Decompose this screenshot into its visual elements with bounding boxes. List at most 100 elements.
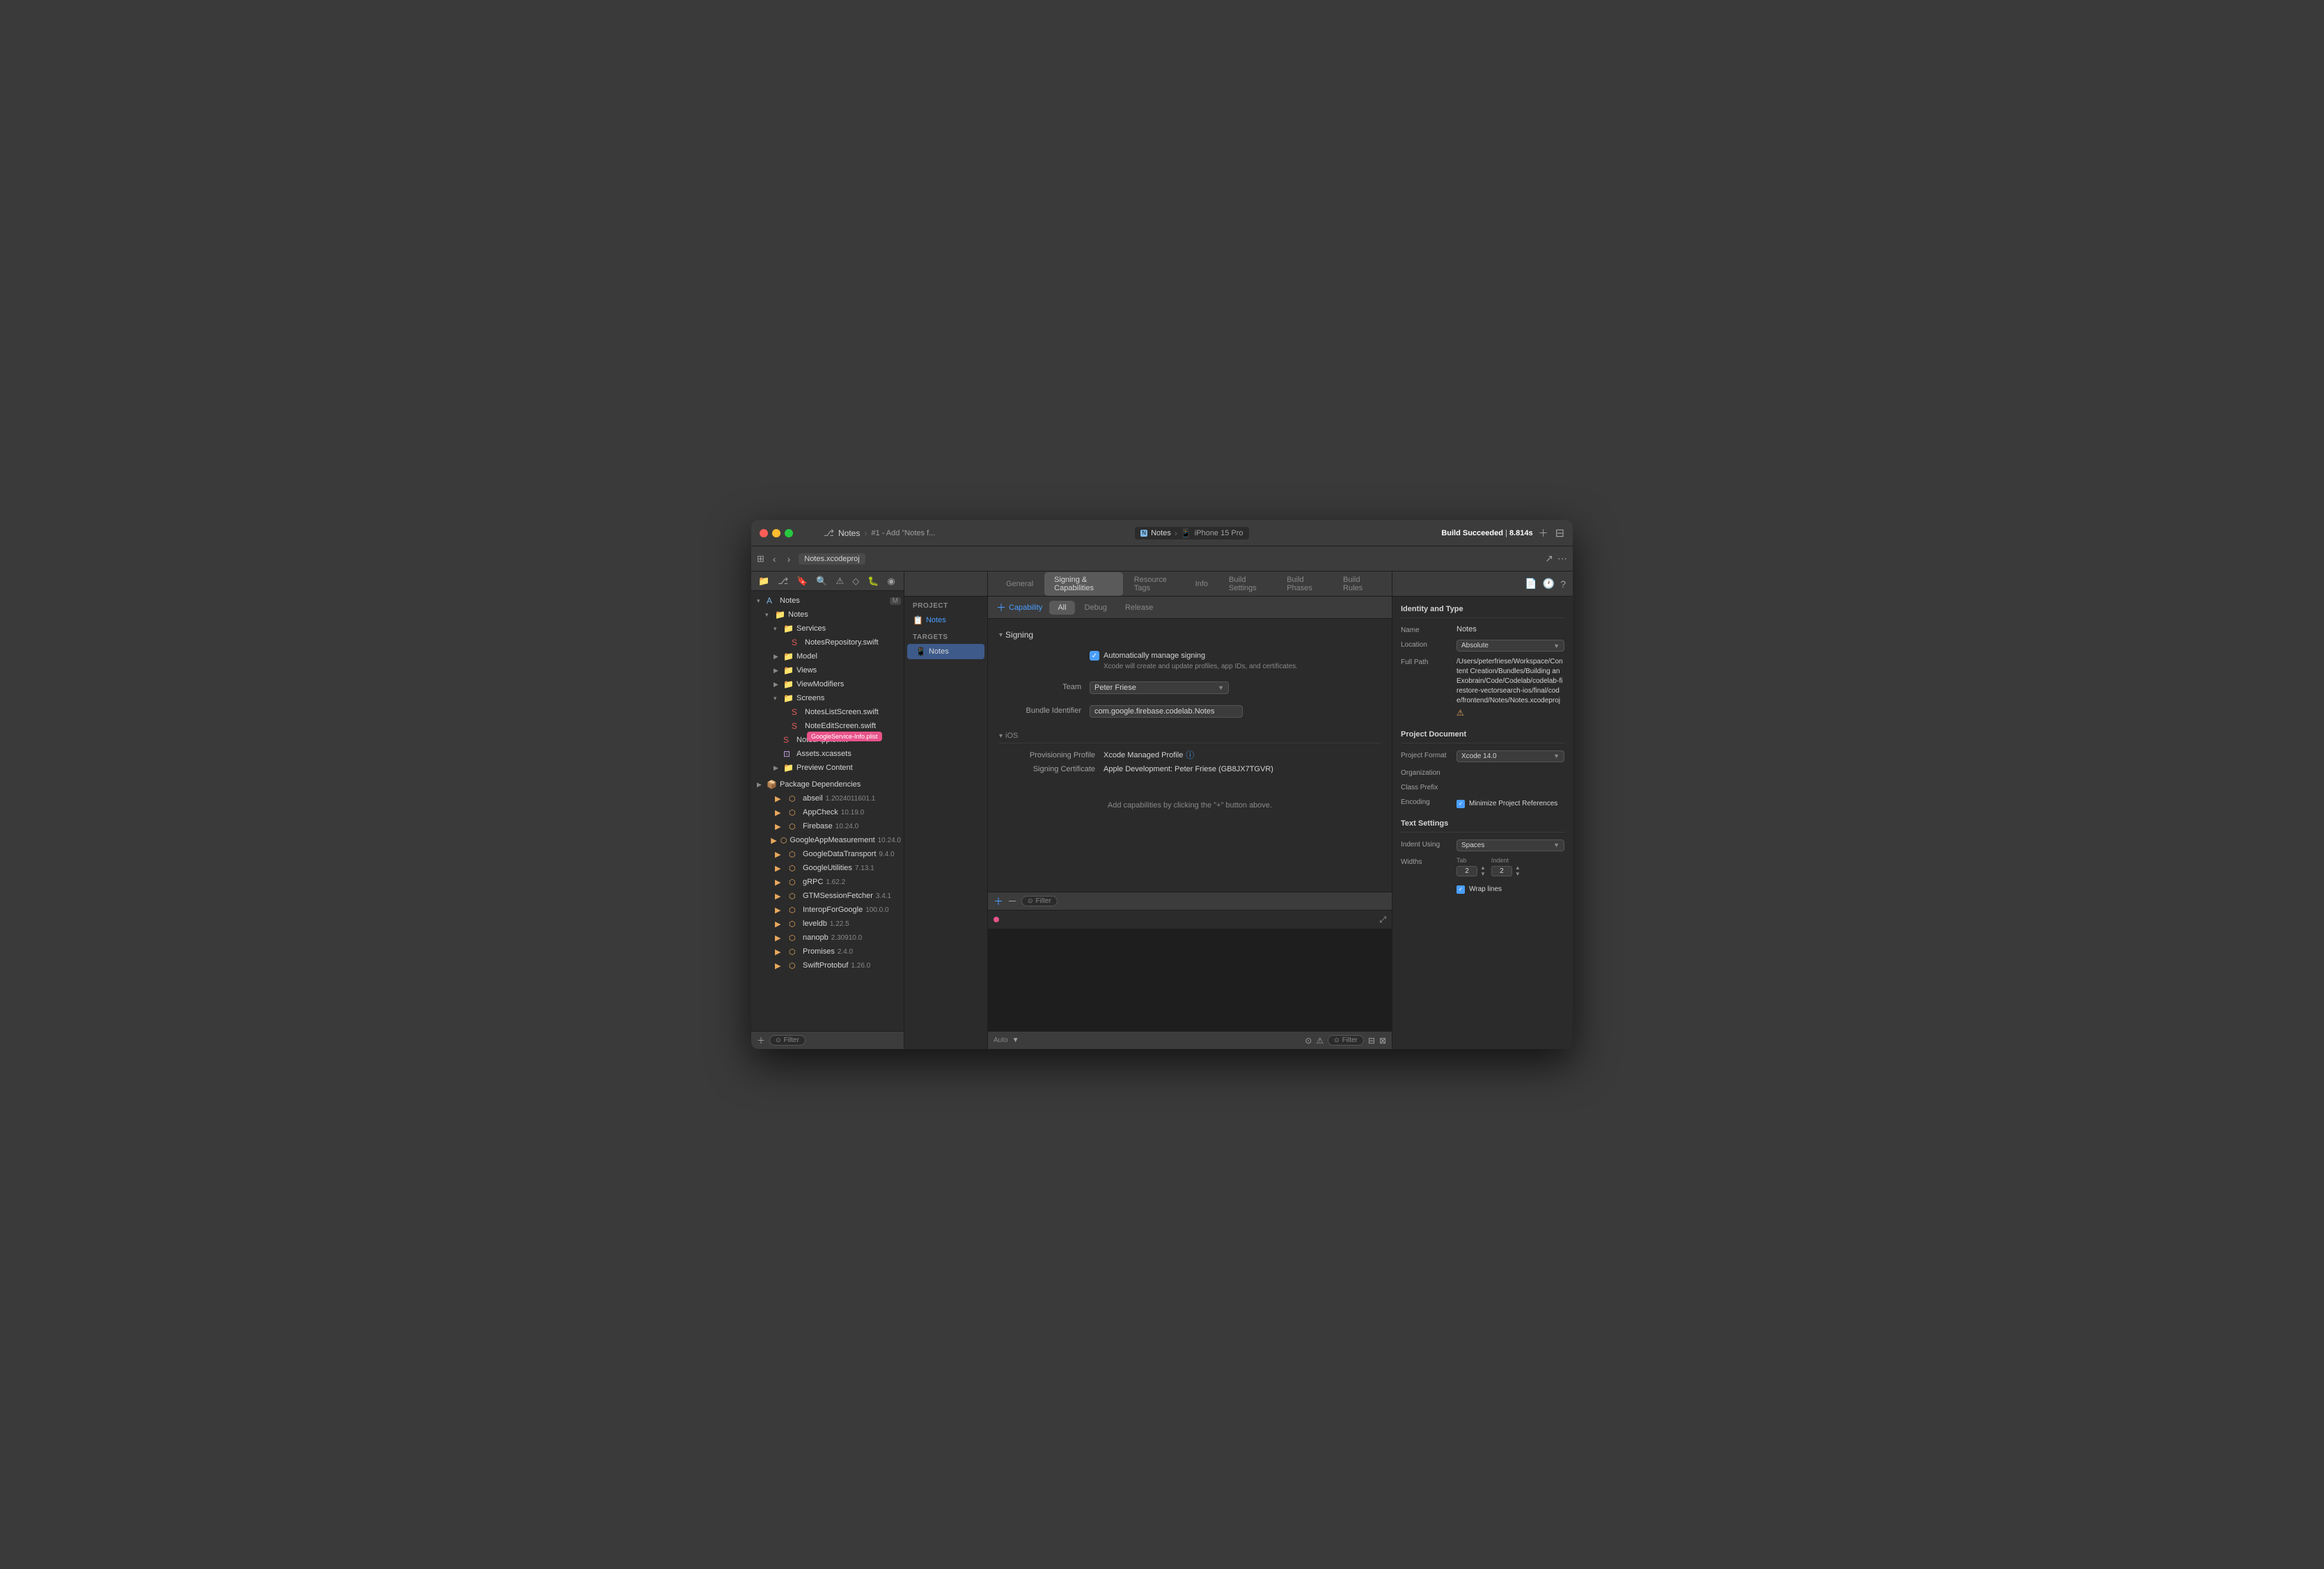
layout-grid-icon[interactable]: ⊞ (757, 553, 764, 565)
pkg-item-googleutilities[interactable]: ▶ ⬡ GoogleUtilities 7.13.1 (751, 861, 904, 875)
pkg-item-promises[interactable]: ▶ ⬡ Promises 2.4.0 (751, 945, 904, 959)
clock-inspector-icon[interactable]: 🕐 (1543, 578, 1555, 590)
pkg-item-appcheck[interactable]: ▶ ⬡ AppCheck 10.19.0 (751, 805, 904, 819)
tree-item-model[interactable]: ▶ 📁 Model (751, 649, 904, 663)
tree-item-notes[interactable]: ▾ 📁 Notes (751, 608, 904, 622)
expand-arrow: ▾ (757, 597, 767, 605)
help-inspector-icon[interactable]: ? (1560, 578, 1566, 590)
tree-item-assets[interactable]: ⊡ Assets.xcassets GoogleService-Info.pli… (751, 747, 904, 761)
modified-badge: M (890, 597, 901, 605)
file-inspector-icon[interactable]: 📄 (1525, 578, 1537, 590)
signing-section-header[interactable]: ▾ Signing (999, 630, 1381, 640)
remove-target-button[interactable]: － (1007, 894, 1017, 908)
debug-warning-btn[interactable]: ⚠ (1316, 1036, 1324, 1046)
pkg-item-gtmsessionfetcher[interactable]: ▶ ⬡ GTMSessionFetcher 3.4.1 (751, 889, 904, 903)
settings-tab-buildrules[interactable]: Build Rules (1333, 572, 1383, 596)
settings-tab-buildphases[interactable]: Build Phases (1277, 572, 1332, 596)
target-notes-item[interactable]: 📱 Notes (907, 644, 984, 659)
add-file-button[interactable]: ＋ (757, 1034, 765, 1046)
encoding-checkbox[interactable]: ✓ (1457, 800, 1465, 808)
pkg-item-googledatatransport[interactable]: ▶ ⬡ GoogleDataTransport 9.4.0 (751, 847, 904, 861)
location-select[interactable]: Absolute ▼ (1457, 640, 1564, 652)
add-button[interactable]: ＋ (1539, 526, 1548, 540)
tree-item-root-notes[interactable]: ▾ A Notes M (751, 594, 904, 608)
plus-icon: ＋ (996, 601, 1006, 615)
more-icon[interactable]: ⋯ (1557, 553, 1567, 565)
pkg-item-googleappmeasurement[interactable]: ▶ ⬡ GoogleAppMeasurement 10.24.0 (751, 833, 904, 847)
back-button[interactable]: ‹ (769, 551, 780, 567)
tree-item-noteslistscreen[interactable]: S NotesListScreen.swift (751, 705, 904, 719)
pkg-item-swiftprotobuf[interactable]: ▶ ⬡ SwiftProtobuf 1.26.0 (751, 959, 904, 972)
tree-item-notesrepository[interactable]: S NotesRepository.swift (751, 636, 904, 649)
pkg-item-firebase[interactable]: ▶ ⬡ Firebase 10.24.0 (751, 819, 904, 833)
pkg-item-interopforgoogle[interactable]: ▶ ⬡ InteropForGoogle 100.0.0 (751, 903, 904, 917)
share-icon[interactable]: ↗ (1545, 553, 1553, 565)
cap-tab-release[interactable]: Release (1117, 601, 1161, 615)
add-capability-btn[interactable]: ＋ Capability (996, 601, 1042, 615)
project-notes-item[interactable]: 📋 Notes (904, 613, 987, 628)
settings-tab-buildsettings[interactable]: Build Settings (1219, 572, 1275, 596)
minimize-button[interactable] (772, 529, 780, 537)
tree-item-screens[interactable]: ▾ 📁 Screens (751, 691, 904, 705)
pkg-item-abseil[interactable]: ▶ ⬡ abseil 1.2024011601.1 (751, 791, 904, 805)
wrap-lines-checkbox[interactable]: ✓ (1457, 885, 1465, 894)
warning-icon-btn[interactable]: ⚠ (833, 574, 847, 588)
folder-icon-btn[interactable]: 📁 (755, 574, 772, 588)
tree-item-noteeditscreen[interactable]: S NoteEditScreen.swift (751, 719, 904, 733)
team-select[interactable]: Peter Friese ▼ (1090, 681, 1229, 694)
pkg-version: 10.24.0 (878, 837, 901, 844)
bookmark-icon-btn[interactable]: 🔖 (794, 574, 810, 588)
tree-item-views[interactable]: ▶ 📁 Views (751, 663, 904, 677)
debug-split-btn1[interactable]: ⊟ (1368, 1036, 1375, 1046)
tree-item-preview[interactable]: ▶ 📁 Preview Content (751, 761, 904, 775)
debug-clear-btn[interactable]: ⊙ (1305, 1036, 1312, 1046)
cap-tab-all[interactable]: All (1049, 601, 1074, 615)
debug-icon-btn[interactable]: 🐛 (865, 574, 881, 588)
tab-decrement-btn[interactable]: ▼ (1480, 872, 1486, 877)
folder-icon: 📁 (783, 693, 794, 703)
maximize-debug-button[interactable]: ⤢ (1379, 915, 1386, 925)
tab-width-input[interactable] (1457, 866, 1477, 876)
indent-using-select[interactable]: Spaces ▼ (1457, 839, 1564, 851)
close-button[interactable] (760, 529, 768, 537)
breakpoint-icon-btn[interactable]: ◉ (884, 574, 897, 588)
settings-tab-general[interactable]: General (996, 576, 1043, 592)
indent-decrement-btn[interactable]: ▼ (1515, 872, 1521, 877)
pkg-item-grpc[interactable]: ▶ ⬡ gRPC 1.62.2 (751, 875, 904, 889)
debug-split-btn2[interactable]: ⊠ (1379, 1036, 1386, 1046)
maximize-button[interactable] (785, 529, 793, 537)
sidebar-toggle-right[interactable]: ⊟ (1555, 526, 1564, 540)
forward-button[interactable]: › (783, 551, 795, 567)
tree-item-pkg-deps[interactable]: ▶ 📦 Package Dependencies (751, 778, 904, 791)
team-label: Team (999, 681, 1090, 691)
indent-increment-btn[interactable]: ▲ (1515, 865, 1521, 871)
breadcrumb-file[interactable]: Notes.xcodeproj (799, 553, 865, 565)
indent-width-input[interactable] (1491, 866, 1512, 876)
cap-tab-debug[interactable]: Debug (1076, 601, 1115, 615)
expand-arrow: ▶ (757, 781, 767, 789)
pkg-arrow-icon: ▶ (775, 864, 786, 873)
test-icon-btn[interactable]: ◇ (849, 574, 862, 588)
tree-item-viewmodifiers[interactable]: ▶ 📁 ViewModifiers (751, 677, 904, 691)
location-label: Location (1401, 640, 1457, 649)
identity-section-title: Identity and Type (1401, 605, 1564, 618)
git-icon-btn[interactable]: ⎇ (775, 574, 791, 588)
add-target-button[interactable]: ＋ (994, 894, 1003, 908)
wrap-lines-checkbox-row: ✓ Wrap lines (1457, 885, 1564, 894)
project-format-select[interactable]: Xcode 14.0 ▼ (1457, 750, 1564, 762)
prov-profile-label: Provisioning Profile (999, 751, 1104, 759)
info-icon[interactable]: ⓘ (1186, 749, 1194, 761)
notes-tab[interactable]: N Notes › 📱 iPhone 15 Pro (1135, 527, 1248, 539)
debug-filter-pill: ⊙ Filter (1328, 1035, 1364, 1046)
auto-label[interactable]: Auto (994, 1036, 1008, 1044)
auto-sign-checkbox[interactable]: ✓ (1090, 651, 1099, 661)
tree-item-services[interactable]: ▾ 📁 Services (751, 622, 904, 636)
pkg-item-leveldb[interactable]: ▶ ⬡ leveldb 1.22.5 (751, 917, 904, 931)
pkg-deps-label: Package Dependencies (780, 780, 861, 789)
settings-tab-signingcapabilities[interactable]: Signing & Capabilities (1044, 572, 1123, 596)
search-icon-btn[interactable]: 🔍 (813, 574, 830, 588)
settings-tab-resourcetags[interactable]: Resource Tags (1124, 572, 1184, 596)
pkg-item-nanopb[interactable]: ▶ ⬡ nanopb 2.30910.0 (751, 931, 904, 945)
tab-increment-btn[interactable]: ▲ (1480, 865, 1486, 871)
settings-tab-info[interactable]: Info (1186, 576, 1218, 592)
